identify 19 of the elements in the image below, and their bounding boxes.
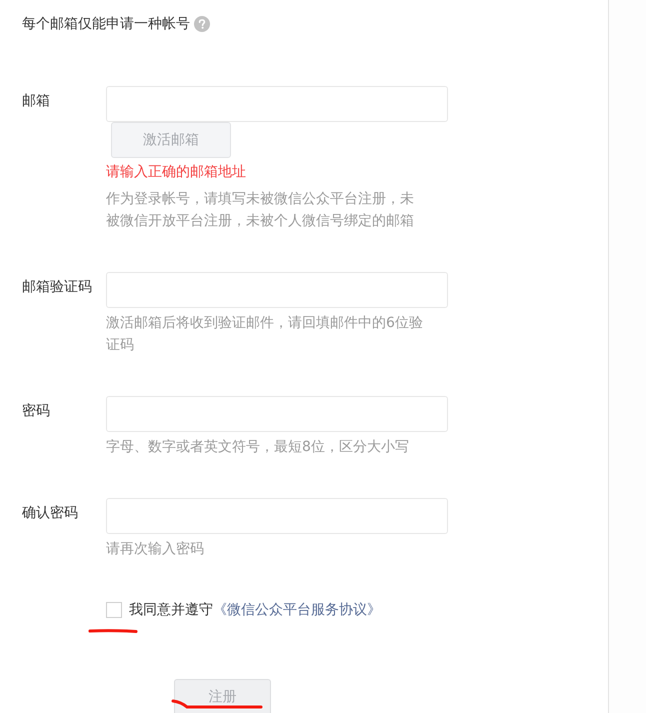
underline-mark (88, 628, 138, 634)
section-title: 每个邮箱仅能申请一种帐号 (22, 15, 190, 34)
error-message: 请输入正确的邮箱地址 (106, 163, 246, 182)
agreement-checkbox[interactable] (106, 602, 122, 618)
hint-text: 字母、数字或者英文符号，最短8位，区分大小写 (106, 438, 410, 457)
service-agreement-link[interactable]: 《微信公众平台服务协议》 (213, 601, 381, 619)
input-field[interactable] (106, 272, 448, 308)
hint-text: 请再次输入密码 (106, 540, 205, 559)
field-label: 邮箱验证码 (22, 278, 93, 297)
input-field[interactable] (106, 86, 448, 122)
input-field[interactable] (106, 396, 448, 432)
field-label: 密码 (22, 402, 51, 421)
field-label: 邮箱 (22, 92, 51, 111)
help-icon[interactable] (194, 16, 210, 32)
hint-text: 作为登录帐号，请填写未被微信公众平台注册，未被微信开放平台注册，未被个人微信号绑定的邮箱 (106, 190, 415, 231)
field-label: 确认密码 (22, 504, 79, 523)
agreement-text: 我同意并遵守 (129, 601, 213, 619)
input-field[interactable] (106, 498, 448, 534)
hint-text: 激活邮箱后将收到验证邮件，请回填邮件中的6位验证码 (106, 314, 424, 355)
